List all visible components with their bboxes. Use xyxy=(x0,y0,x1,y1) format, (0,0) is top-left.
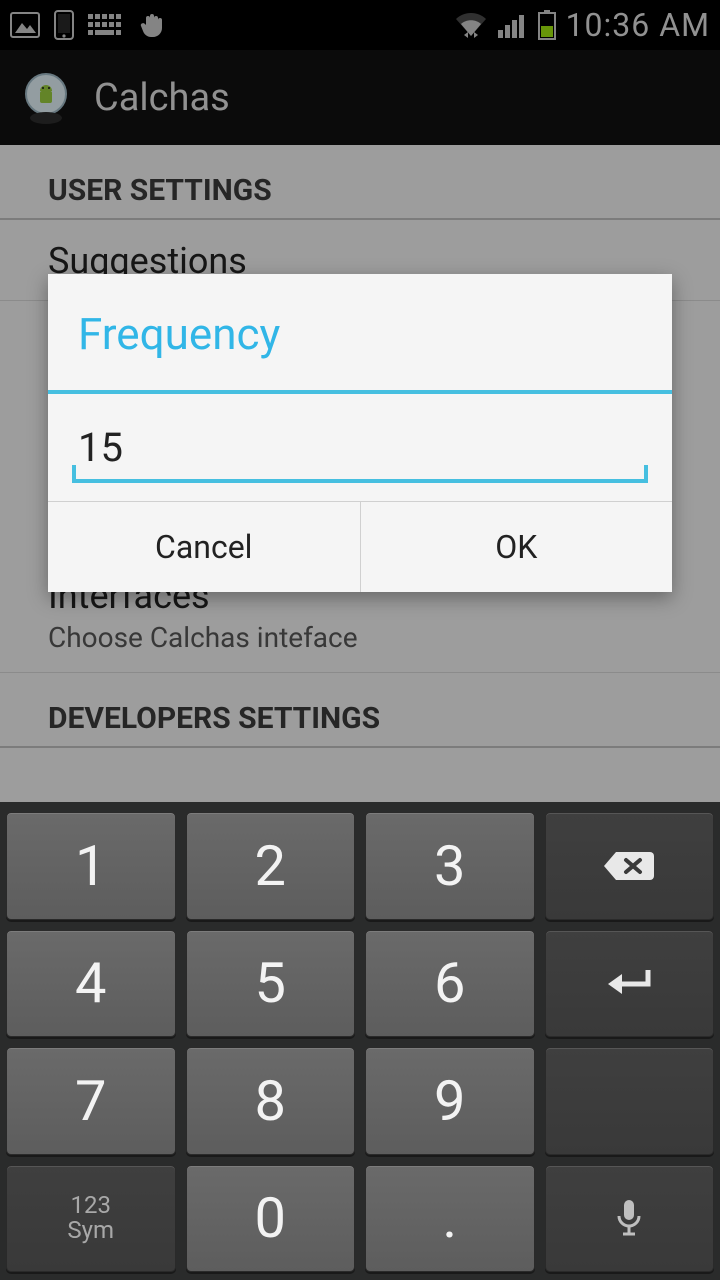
key-4[interactable]: 4 xyxy=(6,930,176,1038)
key-9[interactable]: 9 xyxy=(365,1047,535,1155)
key-0[interactable]: 0 xyxy=(186,1165,356,1273)
dialog-title: Frequency xyxy=(48,274,672,394)
key-2[interactable]: 2 xyxy=(186,812,356,920)
frequency-dialog: Frequency Cancel OK xyxy=(48,274,672,592)
frequency-input[interactable] xyxy=(72,422,648,473)
cancel-button[interactable]: Cancel xyxy=(48,502,360,592)
mic-icon xyxy=(615,1198,643,1238)
key-6[interactable]: 6 xyxy=(365,930,535,1038)
key-sym-label: 123 Sym xyxy=(67,1193,114,1243)
key-enter[interactable] xyxy=(545,930,715,1038)
key-5[interactable]: 5 xyxy=(186,930,356,1038)
dialog-body xyxy=(48,394,672,501)
key-sym-line1: 123 xyxy=(71,1191,111,1219)
numeric-keyboard: 1 2 3 4 5 6 7 8 9 xyxy=(0,802,720,1280)
key-sym-line2: Sym xyxy=(67,1216,114,1244)
key-8[interactable]: 8 xyxy=(186,1047,356,1155)
key-mic[interactable] xyxy=(545,1165,715,1273)
frequency-input-wrap[interactable] xyxy=(72,422,648,483)
screen: 10:36 AM Calchas USER SETTINGS Suggestio… xyxy=(0,0,720,1280)
enter-icon xyxy=(604,966,654,1000)
key-3[interactable]: 3 xyxy=(365,812,535,920)
ok-button[interactable]: OK xyxy=(360,502,673,592)
key-dot[interactable]: . xyxy=(365,1165,535,1273)
key-backspace[interactable] xyxy=(545,812,715,920)
key-1[interactable]: 1 xyxy=(6,812,176,920)
key-blank[interactable] xyxy=(545,1047,715,1155)
dialog-buttons: Cancel OK xyxy=(48,501,672,592)
backspace-icon xyxy=(600,848,658,884)
key-sym[interactable]: 123 Sym xyxy=(6,1165,176,1273)
key-7[interactable]: 7 xyxy=(6,1047,176,1155)
